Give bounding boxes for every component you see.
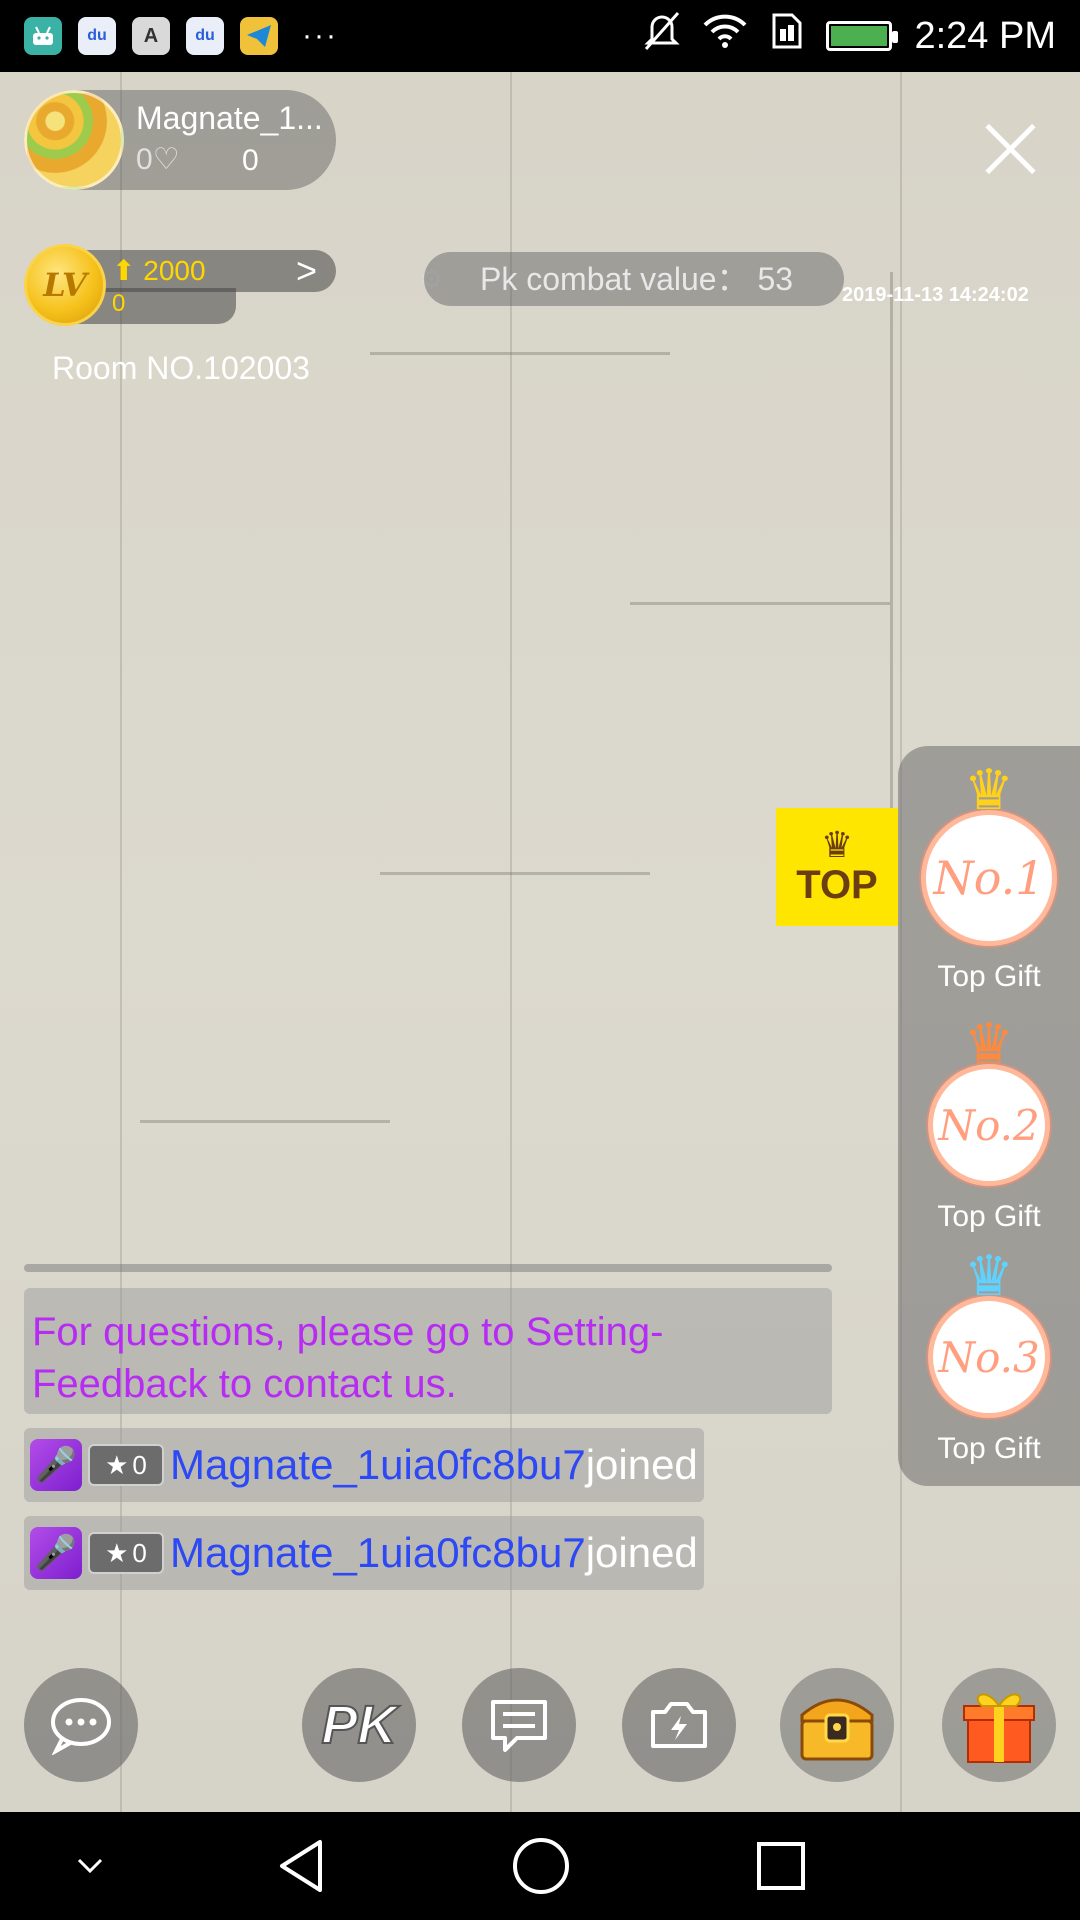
rank-2[interactable]: ♛ No.2 Top Gift [898,1016,1080,1234]
chat-action: joined [585,1529,698,1576]
wall-line [140,1120,390,1123]
chat-message[interactable]: 🎤 ★ 0 Magnate_1uia0fc8bu7 joined [24,1516,704,1590]
chat-divider [24,1264,832,1272]
video-timestamp: 2019-11-13 14:24:02 [842,284,1029,306]
host-info[interactable]: Magnate_1... 0♡ 0 [24,90,336,190]
pk-button[interactable]: PK [302,1668,416,1782]
notification-icons: du A du ··· [24,17,338,55]
recents-icon [757,1842,805,1890]
system-status: 2:24 PM [644,11,1056,61]
a-icon: A [132,17,170,55]
crown-icon: ♛ [820,823,854,865]
sim-icon [770,11,804,61]
microphone-icon: 🎤 [30,1439,82,1491]
baidu-icon: du [78,17,116,55]
camera-switch-icon [651,1702,707,1748]
rank-3[interactable]: ♛ No.3 Top Gift [898,1248,1080,1466]
top-label: TOP [796,862,878,907]
level-badge: LV [24,244,106,326]
home-button[interactable] [506,1812,576,1920]
chevron-down-icon[interactable] [60,1812,120,1920]
android-icon [24,17,62,55]
host-heart-count: 0 [242,144,259,177]
crown-icon: ♛ [963,758,1015,821]
level-up-value: ⬆ 2000 [112,255,206,286]
more-notifications-icon: ··· [302,19,338,52]
rank-badge: No.1 [921,810,1057,946]
host-avatar[interactable] [24,90,124,190]
star-count: 0 [132,1537,147,1568]
system-nav-bar [0,1812,1080,1920]
wall-line [630,602,890,605]
mute-icon [644,11,681,61]
battery-icon [826,21,899,51]
treasure-chest-button[interactable] [780,1668,894,1782]
rank-badge: No.3 [928,1296,1050,1418]
back-button[interactable] [266,1812,336,1920]
host-hearts-prefix: 0 [136,143,153,176]
chat-button[interactable] [24,1668,138,1782]
status-bar: du A du ··· 2:24 PM [0,0,1080,72]
level-current: 0 [112,290,126,317]
chat-bubble-icon [51,1698,111,1755]
close-button[interactable] [982,120,1038,176]
system-notice: For questions, please go to Setting-Feed… [24,1288,832,1414]
room-number: Room NO.102003 [52,350,310,386]
back-icon [280,1840,322,1892]
chat-username[interactable]: Magnate_1uia0fc8bu7 [170,1529,586,1577]
clock: 2:24 PM [914,14,1056,57]
pk-icon: PK [320,1694,397,1756]
rank-label: Top Gift [937,1200,1041,1233]
gift-icon [963,1693,1035,1763]
chevron-right-icon[interactable]: > [296,250,317,292]
baidu-icon: du [186,17,224,55]
chat-action: joined [585,1441,698,1488]
pk-combat-value: Pk combat value： 53 [424,252,844,306]
chat-username[interactable]: Magnate_1uia0fc8bu7 [170,1441,586,1489]
home-icon [513,1838,569,1894]
telegram-icon [240,17,278,55]
flip-camera-button[interactable] [622,1668,736,1782]
crown-icon: ♛ [963,1012,1015,1075]
treasure-chest-icon [800,1698,874,1761]
crown-icon: ♛ [963,1244,1015,1307]
rank-badge: No.2 [928,1064,1050,1186]
wall-line [380,872,650,875]
chat-message[interactable]: 🎤 ★ 0 Magnate_1uia0fc8bu7 joined [24,1428,704,1502]
wall-line [890,272,893,832]
host-name: Magnate_1... [136,100,323,136]
star-badge: ★ 0 [88,1532,164,1574]
rank-label: Top Gift [937,1432,1041,1465]
wifi-icon [702,13,748,59]
recents-button[interactable] [746,1812,816,1920]
level-up-number: 2000 [143,255,206,286]
wall-line [370,352,670,355]
rank-1[interactable]: ♛ No.1 Top Gift [898,762,1080,994]
microphone-icon: 🎤 [30,1527,82,1579]
top-button[interactable]: ♛ TOP [776,808,898,926]
star-count: 0 [132,1449,147,1480]
heart-icon: 0♡ [136,143,180,176]
star-badge: ★ 0 [88,1444,164,1486]
message-icon [491,1700,547,1752]
gift-button[interactable] [942,1668,1056,1782]
top-gift-panel: ♛ No.1 Top Gift ♛ No.2 Top Gift ♛ No.3 T… [898,746,1080,1486]
message-button[interactable] [462,1668,576,1782]
rank-label: Top Gift [937,960,1041,993]
